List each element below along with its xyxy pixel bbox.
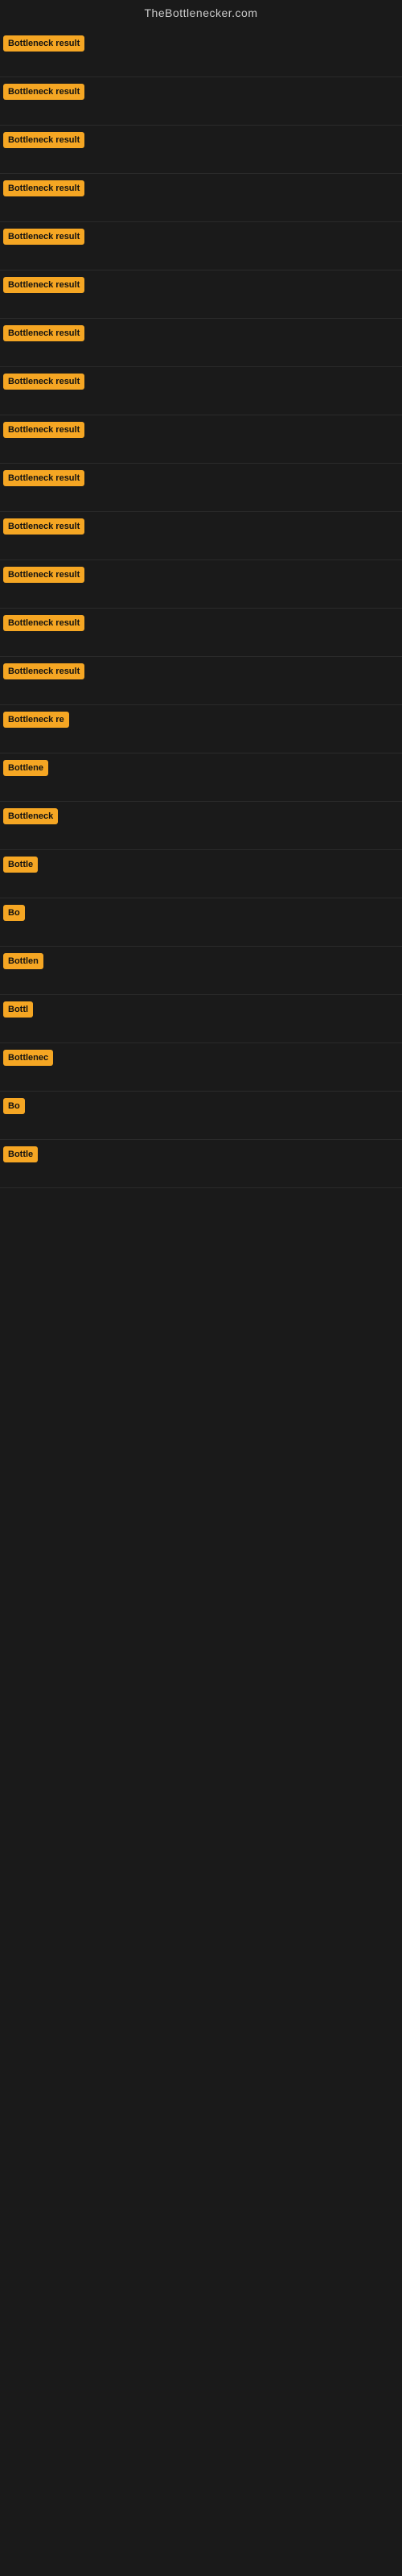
result-row-22: Bottlenec	[0, 1043, 402, 1092]
result-row-15: Bottleneck re	[0, 705, 402, 753]
bottleneck-badge-22[interactable]: Bottlenec	[3, 1050, 53, 1066]
result-row-10: Bottleneck result	[0, 464, 402, 512]
result-row-4: Bottleneck result	[0, 174, 402, 222]
result-row-8: Bottleneck result	[0, 367, 402, 415]
result-row-9: Bottleneck result	[0, 415, 402, 464]
result-row-1: Bottleneck result	[0, 29, 402, 77]
result-row-20: Bottlen	[0, 947, 402, 995]
result-row-11: Bottleneck result	[0, 512, 402, 560]
bottleneck-badge-16[interactable]: Bottlene	[3, 760, 48, 776]
result-row-24: Bottle	[0, 1140, 402, 1188]
result-row-5: Bottleneck result	[0, 222, 402, 270]
result-row-17: Bottleneck	[0, 802, 402, 850]
result-row-19: Bo	[0, 898, 402, 947]
result-row-2: Bottleneck result	[0, 77, 402, 126]
bottleneck-badge-13[interactable]: Bottleneck result	[3, 615, 84, 631]
bottleneck-badge-12[interactable]: Bottleneck result	[3, 567, 84, 583]
bottleneck-badge-23[interactable]: Bo	[3, 1098, 25, 1114]
result-row-3: Bottleneck result	[0, 126, 402, 174]
result-row-23: Bo	[0, 1092, 402, 1140]
bottleneck-badge-5[interactable]: Bottleneck result	[3, 229, 84, 245]
bottleneck-badge-7[interactable]: Bottleneck result	[3, 325, 84, 341]
bottleneck-badge-21[interactable]: Bottl	[3, 1001, 33, 1018]
bottleneck-badge-24[interactable]: Bottle	[3, 1146, 38, 1162]
result-row-13: Bottleneck result	[0, 609, 402, 657]
bottleneck-badge-6[interactable]: Bottleneck result	[3, 277, 84, 293]
bottleneck-badge-1[interactable]: Bottleneck result	[3, 35, 84, 52]
result-row-14: Bottleneck result	[0, 657, 402, 705]
bottleneck-badge-8[interactable]: Bottleneck result	[3, 374, 84, 390]
bottleneck-badge-18[interactable]: Bottle	[3, 857, 38, 873]
bottleneck-badge-14[interactable]: Bottleneck result	[3, 663, 84, 679]
bottleneck-badge-4[interactable]: Bottleneck result	[3, 180, 84, 196]
bottleneck-badge-9[interactable]: Bottleneck result	[3, 422, 84, 438]
bottleneck-badge-20[interactable]: Bottlen	[3, 953, 43, 969]
result-row-18: Bottle	[0, 850, 402, 898]
bottleneck-badge-10[interactable]: Bottleneck result	[3, 470, 84, 486]
result-row-12: Bottleneck result	[0, 560, 402, 609]
result-row-16: Bottlene	[0, 753, 402, 802]
bottleneck-badge-2[interactable]: Bottleneck result	[3, 84, 84, 100]
bottleneck-badge-19[interactable]: Bo	[3, 905, 25, 921]
result-row-21: Bottl	[0, 995, 402, 1043]
bottleneck-badge-15[interactable]: Bottleneck re	[3, 712, 69, 728]
bottleneck-badge-11[interactable]: Bottleneck result	[3, 518, 84, 535]
site-title: TheBottlenecker.com	[0, 0, 402, 29]
result-row-7: Bottleneck result	[0, 319, 402, 367]
bottleneck-badge-3[interactable]: Bottleneck result	[3, 132, 84, 148]
result-row-6: Bottleneck result	[0, 270, 402, 319]
bottleneck-badge-17[interactable]: Bottleneck	[3, 808, 58, 824]
